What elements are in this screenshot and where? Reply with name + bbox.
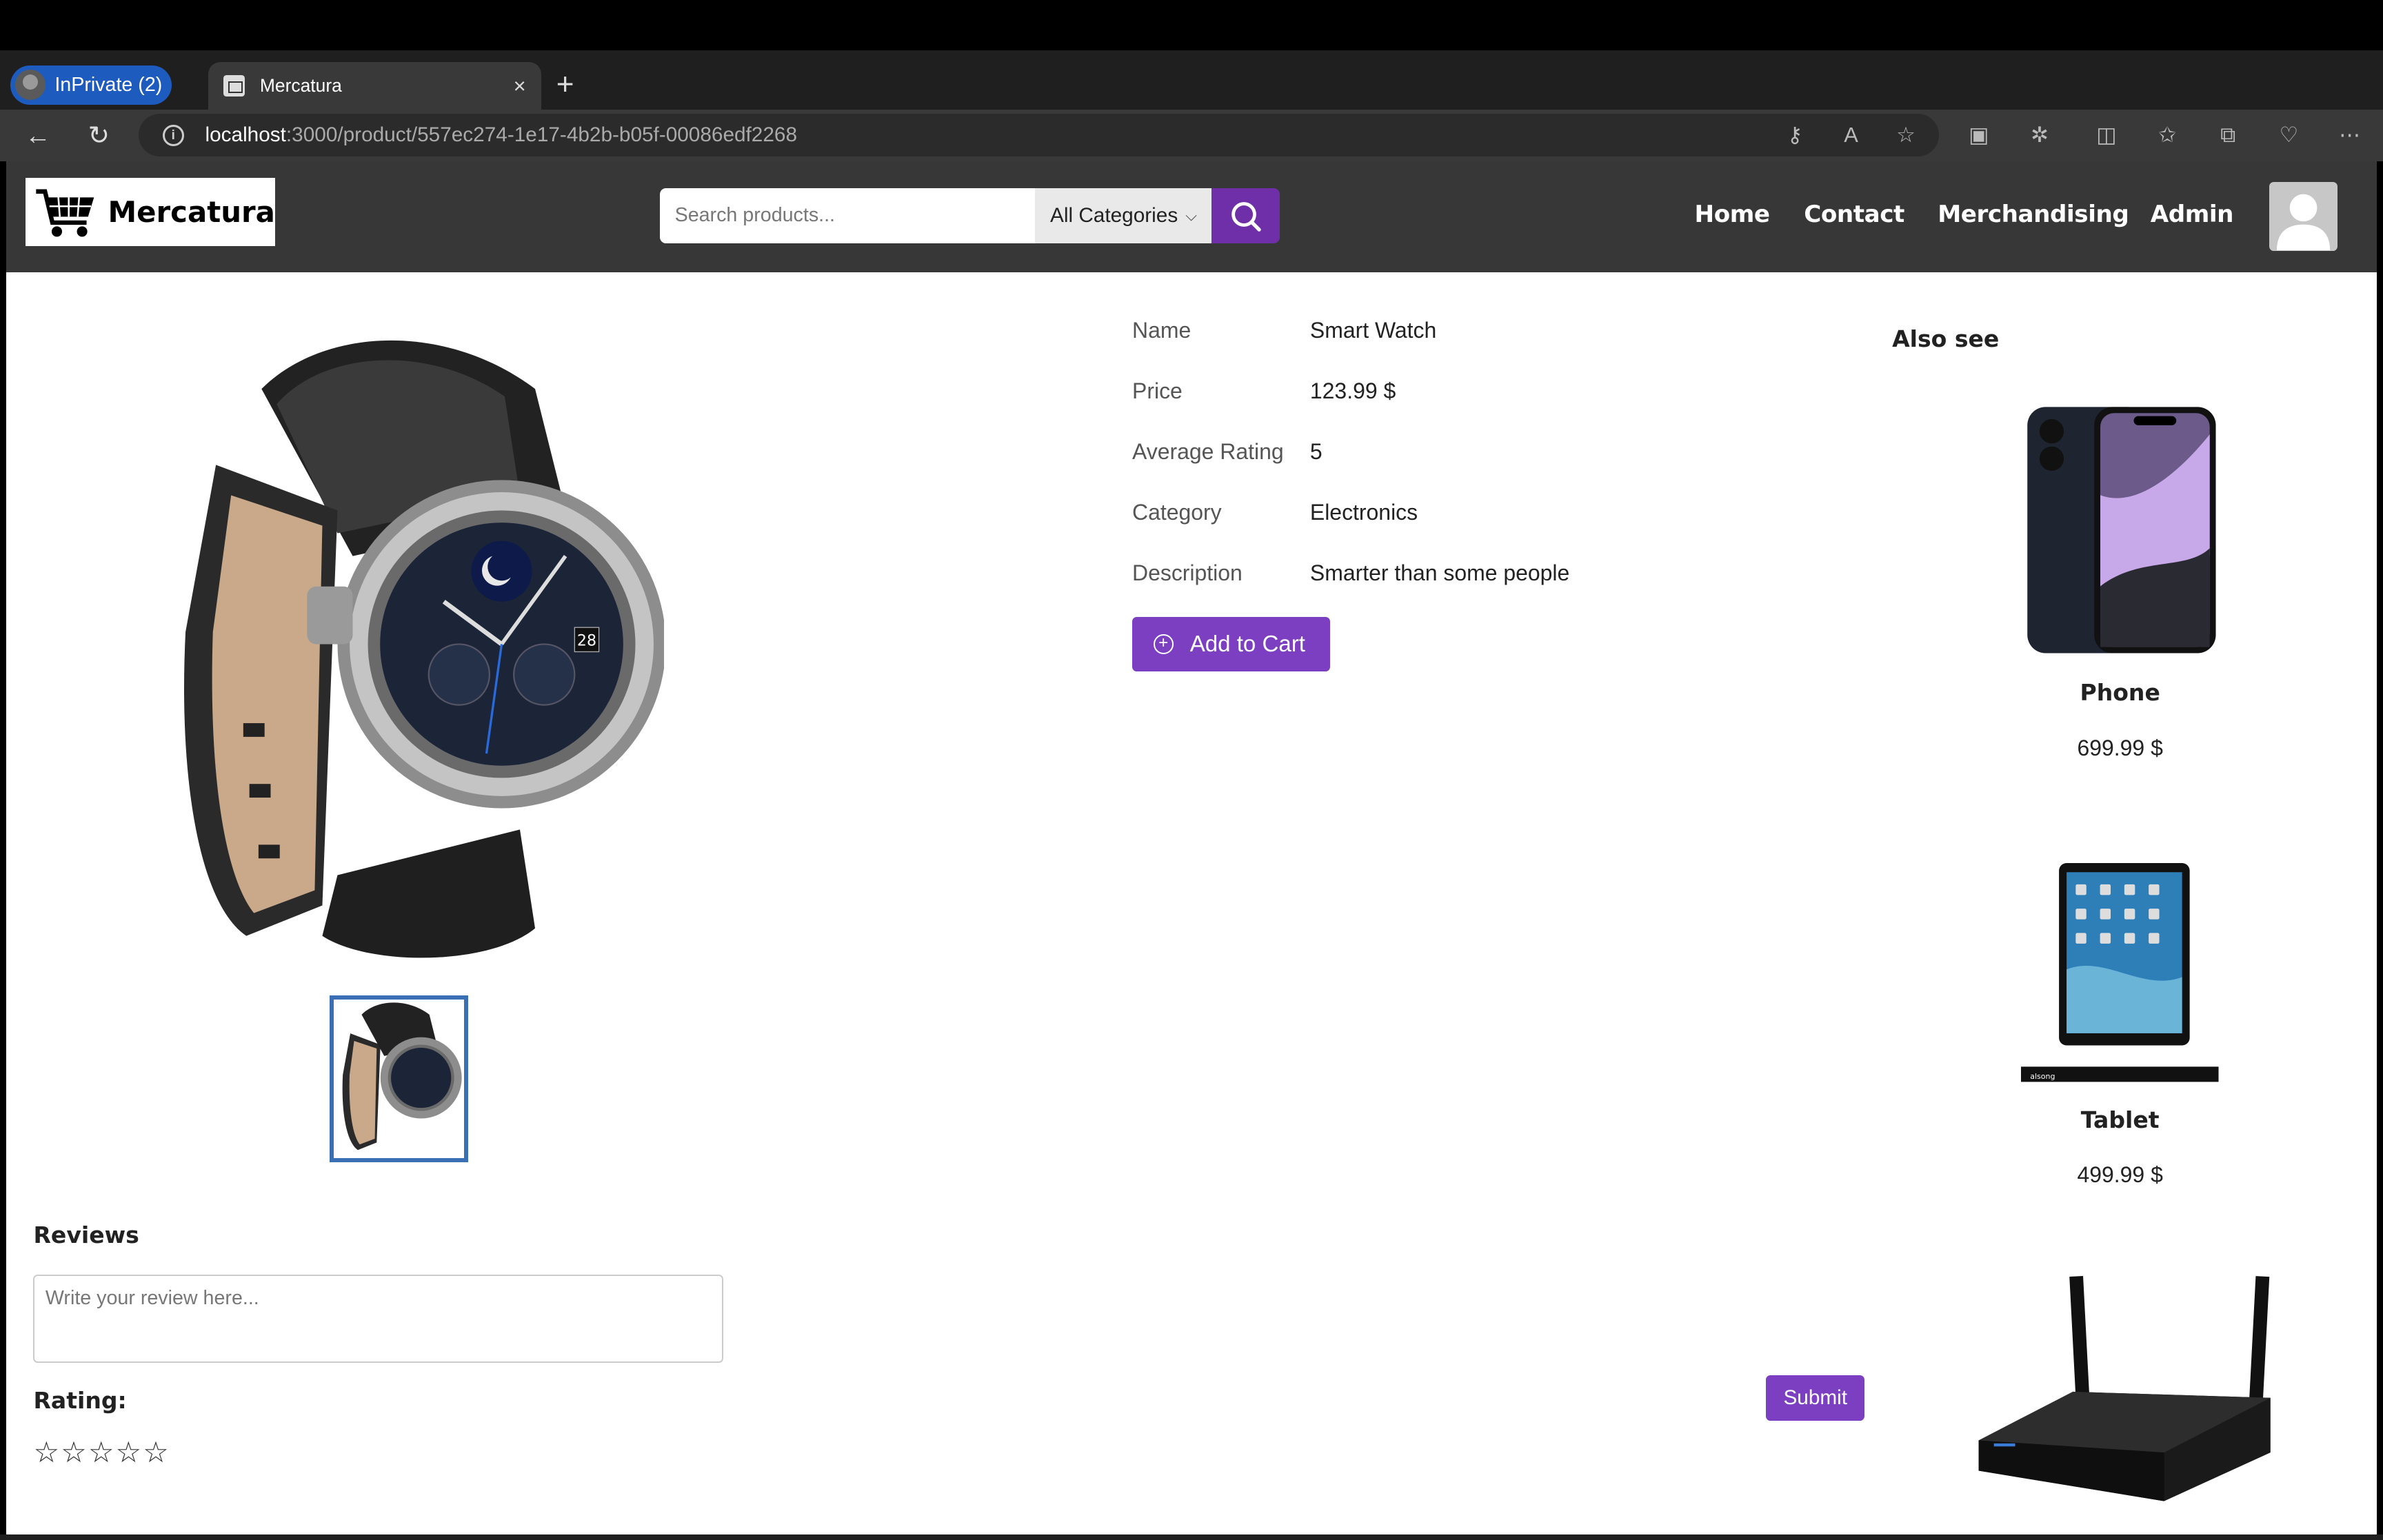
- extension-search-icon[interactable]: ▣: [1965, 121, 1993, 149]
- star-icon[interactable]: ☆: [143, 1435, 170, 1471]
- inprivate-badge[interactable]: InPrivate (2): [10, 65, 172, 105]
- product-thumbnail[interactable]: [330, 995, 468, 1163]
- read-aloud-icon[interactable]: A: [1838, 121, 1865, 149]
- add-to-cart-label: Add to Cart: [1189, 631, 1305, 657]
- chevron-down-icon: ⌵: [1185, 206, 1197, 224]
- rating-label: Rating:: [33, 1387, 127, 1415]
- rating-stars: ☆ ☆ ☆ ☆ ☆: [33, 1435, 170, 1471]
- nav-home[interactable]: Home: [1695, 201, 1770, 228]
- collections-icon[interactable]: ⧉: [2214, 121, 2242, 149]
- url-host: localhost: [205, 123, 286, 147]
- nav-admin[interactable]: Admin: [2151, 201, 2234, 228]
- back-arrow-icon[interactable]: ←: [21, 120, 54, 150]
- field-value-rating: 5: [1309, 438, 1323, 464]
- browser-tab[interactable]: Mercatura ×: [208, 62, 541, 110]
- field-label-price: Price: [1132, 378, 1183, 403]
- search-button[interactable]: [1211, 188, 1280, 243]
- logo-text: Mercatura: [108, 194, 275, 229]
- field-value-description: Smarter than some people: [1309, 560, 1570, 586]
- field-label-name: Name: [1132, 317, 1192, 343]
- field-label-category: Category: [1132, 500, 1222, 525]
- key-icon[interactable]: ⚷: [1781, 121, 1809, 149]
- search-icon: [1231, 201, 1261, 232]
- recommendation-tablet-image[interactable]: alsong: [2021, 848, 2219, 1088]
- recommendation-tablet-name[interactable]: Tablet: [1998, 1106, 2242, 1133]
- recommendation-phone-name[interactable]: Phone: [1998, 679, 2242, 706]
- nav-merchandising[interactable]: Merchandising: [1938, 201, 2129, 228]
- review-textarea[interactable]: [33, 1275, 724, 1364]
- field-value-price: 123.99 $: [1309, 378, 1396, 403]
- router-image: [1978, 1275, 2271, 1501]
- field-value-category: Electronics: [1309, 500, 1418, 525]
- recommendation-router-image[interactable]: [1967, 1273, 2278, 1513]
- url-path: :3000/product/557ec274-1e17-4b2b-b05f-00…: [285, 123, 797, 147]
- tab-close-icon[interactable]: ×: [514, 74, 526, 99]
- star-icon[interactable]: ☆: [61, 1435, 88, 1471]
- tab-title: Mercatura: [259, 75, 342, 97]
- submit-review-button[interactable]: Submit: [1766, 1375, 1865, 1421]
- user-avatar[interactable]: [2269, 182, 2337, 251]
- page-content: Mercatura All Categories ⌵ Home Contact …: [6, 161, 2377, 1535]
- watch-thumbnail-image: [342, 1002, 462, 1150]
- field-label-rating: Average Rating: [1132, 438, 1284, 464]
- new-tab-icon[interactable]: +: [556, 67, 574, 103]
- browser-essentials-icon[interactable]: ♡: [2275, 121, 2303, 149]
- recommendation-phone-price: 699.99 $: [2077, 735, 2163, 760]
- extensions-puzzle-icon[interactable]: ✲: [2026, 121, 2053, 149]
- tablet-brand-text: alsong: [2031, 1072, 2055, 1081]
- add-to-cart-button[interactable]: + Add to Cart: [1132, 616, 1330, 672]
- reload-icon[interactable]: ↻: [82, 120, 115, 150]
- user-silhouette-icon: [2276, 194, 2330, 251]
- category-selected-label: All Categories: [1050, 203, 1178, 227]
- tab-favicon-icon: [223, 75, 245, 97]
- star-icon[interactable]: ☆: [88, 1435, 116, 1471]
- star-icon[interactable]: ☆: [116, 1435, 143, 1471]
- favorites-list-icon[interactable]: ✩: [2153, 121, 2181, 149]
- shopping-cart-icon: [36, 189, 94, 236]
- window-bottom-frame: [0, 1534, 2383, 1540]
- address-bar[interactable]: i localhost:3000/product/557ec274-1e17-4…: [138, 114, 1940, 156]
- profile-avatar-icon: [15, 70, 46, 101]
- tablet-image: alsong: [2021, 862, 2219, 1082]
- recommendation-phone-image[interactable]: [2018, 404, 2222, 656]
- search-input[interactable]: [659, 188, 1035, 243]
- nav-contact[interactable]: Contact: [1804, 201, 1904, 228]
- star-icon[interactable]: ☆: [33, 1435, 61, 1471]
- inprivate-label: InPrivate (2): [54, 73, 163, 96]
- more-menu-icon[interactable]: ⋯: [2336, 121, 2364, 149]
- phone-image: [2027, 407, 2216, 654]
- product-main-image: 28: [183, 340, 665, 958]
- field-label-description: Description: [1132, 560, 1243, 586]
- plus-circle-icon: +: [1153, 634, 1174, 654]
- category-select[interactable]: All Categories ⌵: [1034, 188, 1211, 243]
- also-see-title: Also see: [1892, 325, 2000, 352]
- watch-date-label: 28: [577, 633, 596, 650]
- site-info-icon[interactable]: i: [162, 124, 184, 146]
- split-screen-icon[interactable]: ◫: [2093, 121, 2120, 149]
- field-value-name: Smart Watch: [1309, 317, 1437, 343]
- site-header: Mercatura All Categories ⌵ Home Contact …: [6, 161, 2377, 272]
- recommendation-tablet-price: 499.99 $: [2077, 1162, 2163, 1188]
- reviews-title: Reviews: [33, 1222, 139, 1249]
- favorite-star-icon[interactable]: ☆: [1892, 121, 1920, 149]
- site-logo[interactable]: Mercatura: [26, 177, 275, 247]
